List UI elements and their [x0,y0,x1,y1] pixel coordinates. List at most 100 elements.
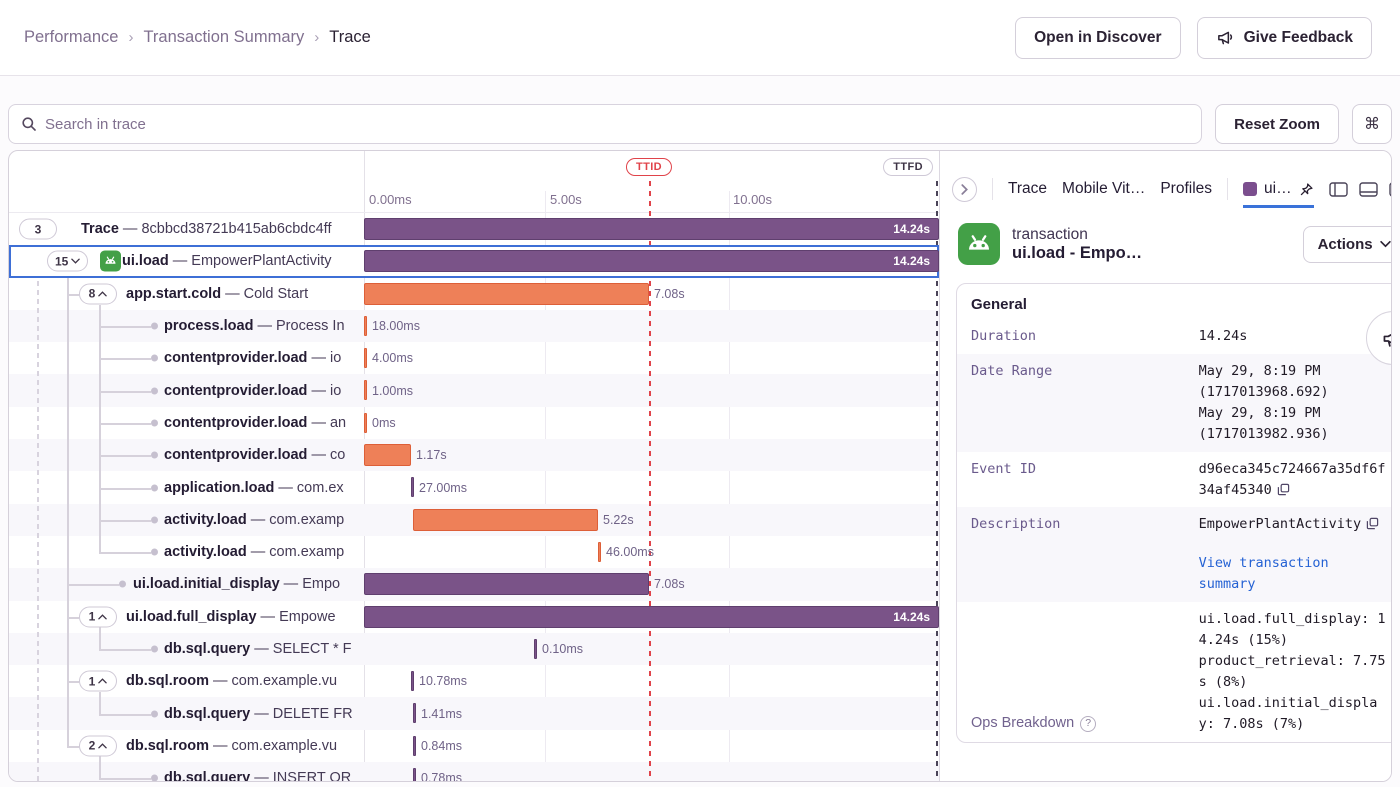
span-name-cell[interactable]: db.sql.query — INSERT OR [9,762,364,781]
help-icon[interactable]: ? [1080,716,1096,732]
span-bar[interactable] [598,542,601,562]
trace-row[interactable]: activity.load — com.examp46.00ms [9,536,939,568]
tab-profiles[interactable]: Profiles [1160,180,1212,208]
span-bar[interactable] [413,703,416,723]
span-bar[interactable] [411,477,414,497]
copy-icon[interactable] [1277,483,1290,496]
span-bar[interactable] [364,250,939,272]
span-name-cell[interactable]: contentprovider.load — io [9,342,364,374]
span-bar[interactable] [364,218,939,240]
span-name-cell[interactable]: 1db.sql.room — com.example.vu [9,665,364,697]
trace-row[interactable]: ui.load.initial_display — Empo7.08s [9,568,939,600]
span-bar[interactable] [364,606,939,628]
span-bar-cell[interactable]: 14.24s [364,245,939,277]
reset-zoom-button[interactable]: Reset Zoom [1215,104,1339,144]
open-in-discover-button[interactable]: Open in Discover [1015,17,1180,59]
layout-sidebar-left-button[interactable] [1329,182,1348,197]
tab-mobile-vitals[interactable]: Mobile Vit… [1062,180,1145,208]
breadcrumb-transaction-summary[interactable]: Transaction Summary [143,28,304,47]
span-bar[interactable] [413,509,598,531]
span-name-cell[interactable]: 1ui.load.full_display — Empowe [9,601,364,633]
span-name-cell[interactable]: 3Trace — 8cbbcd38721b415ab6cbdc4ff [9,213,364,245]
view-transaction-summary-link[interactable]: View transaction summary [1199,553,1391,595]
span-bar[interactable] [364,348,367,368]
span-bar-cell[interactable]: 46.00ms [364,536,939,568]
span-name-cell[interactable]: contentprovider.load — io [9,374,364,406]
ttid-marker-badge[interactable]: TTID [626,158,672,176]
span-bar[interactable] [364,444,411,466]
span-bar-cell[interactable]: 0ms [364,407,939,439]
expand-badge[interactable]: 1 [79,606,117,627]
trace-row[interactable]: 8app.start.cold — Cold Start7.08s [9,278,939,310]
span-name-cell[interactable]: 15ui.load — EmpowerPlantActivity [9,245,364,277]
span-bar[interactable] [413,768,416,781]
trace-row[interactable]: db.sql.query — INSERT OR0.78ms [9,762,939,781]
span-bar[interactable] [413,736,416,756]
expand-badge[interactable]: 15 [47,251,88,272]
span-bar-cell[interactable]: 1.17s [364,439,939,471]
ttfd-marker-badge[interactable]: TTFD [883,158,933,176]
span-bar-cell[interactable]: 5.22s [364,504,939,536]
span-name-cell[interactable]: db.sql.query — SELECT * F [9,633,364,665]
span-name-cell[interactable]: activity.load — com.examp [9,536,364,568]
layout-sidebar-right-button[interactable] [1389,182,1392,197]
trace-row[interactable]: process.load — Process In18.00ms [9,310,939,342]
trace-row[interactable]: contentprovider.load — io4.00ms [9,342,939,374]
pin-icon[interactable] [1299,182,1314,197]
span-name-cell[interactable]: contentprovider.load — co [9,439,364,471]
span-bar-cell[interactable]: 1.41ms [364,697,939,729]
trace-row[interactable]: contentprovider.load — an0ms [9,407,939,439]
trace-row[interactable]: 2db.sql.room — com.example.vu0.84ms [9,730,939,762]
span-bar[interactable] [364,573,649,595]
span-bar-cell[interactable]: 4.00ms [364,342,939,374]
span-name-cell[interactable]: 8app.start.cold — Cold Start [9,278,364,310]
span-name-cell[interactable]: process.load — Process In [9,310,364,342]
span-name-cell[interactable]: ui.load.initial_display — Empo [9,568,364,600]
span-name-cell[interactable]: activity.load — com.examp [9,504,364,536]
span-bar-cell[interactable]: 0.84ms [364,730,939,762]
trace-row[interactable]: 3Trace — 8cbbcd38721b415ab6cbdc4ff14.24s [9,213,939,245]
span-bar-cell[interactable]: 14.24s [364,601,939,633]
span-name-cell[interactable]: contentprovider.load — an [9,407,364,439]
trace-row[interactable]: 1db.sql.room — com.example.vu10.78ms [9,665,939,697]
expand-badge[interactable]: 8 [79,283,117,304]
keyboard-shortcuts-button[interactable]: ⌘ [1352,104,1392,144]
span-bar-cell[interactable]: 14.24s [364,213,939,245]
breadcrumb-performance[interactable]: Performance [24,28,118,47]
span-bar-cell[interactable]: 0.10ms [364,633,939,665]
search-input[interactable] [45,116,1189,133]
trace-row[interactable]: application.load — com.ex27.00ms [9,471,939,503]
tab-trace[interactable]: Trace [1008,180,1047,208]
layout-drawer-bottom-button[interactable] [1359,182,1378,197]
trace-row[interactable]: contentprovider.load — io1.00ms [9,374,939,406]
span-bar-cell[interactable]: 1.00ms [364,374,939,406]
actions-button[interactable]: Actions [1303,226,1392,263]
trace-row[interactable]: db.sql.query — DELETE FR1.41ms [9,697,939,729]
span-bar-cell[interactable]: 0.78ms [364,762,939,781]
span-bar-cell[interactable]: 10.78ms [364,665,939,697]
trace-row[interactable]: 1ui.load.full_display — Empowe14.24s [9,601,939,633]
span-bar[interactable] [411,671,414,691]
span-bar-cell[interactable]: 7.08s [364,568,939,600]
span-name-cell[interactable]: db.sql.query — DELETE FR [9,697,364,729]
copy-icon[interactable] [1366,517,1379,530]
expand-panel-button[interactable] [952,177,977,202]
expand-badge[interactable]: 3 [19,219,57,240]
span-bar[interactable] [364,380,367,400]
expand-badge[interactable]: 1 [79,671,117,692]
span-bar[interactable] [364,316,367,336]
span-bar[interactable] [364,283,649,305]
expand-badge[interactable]: 2 [79,735,117,756]
trace-row[interactable]: 15ui.load — EmpowerPlantActivity14.24s [9,245,939,277]
give-feedback-button[interactable]: Give Feedback [1197,17,1372,59]
span-name-cell[interactable]: application.load — com.ex [9,471,364,503]
span-bar[interactable] [364,413,367,433]
trace-row[interactable]: db.sql.query — SELECT * F0.10ms [9,633,939,665]
search-box[interactable] [8,104,1202,144]
tab-pinned-span[interactable]: ui… [1243,180,1314,208]
span-bar-cell[interactable]: 18.00ms [364,310,939,342]
span-name-cell[interactable]: 2db.sql.room — com.example.vu [9,730,364,762]
span-bar[interactable] [534,639,537,659]
span-bar-cell[interactable]: 7.08s [364,278,939,310]
trace-row[interactable]: activity.load — com.examp5.22s [9,504,939,536]
